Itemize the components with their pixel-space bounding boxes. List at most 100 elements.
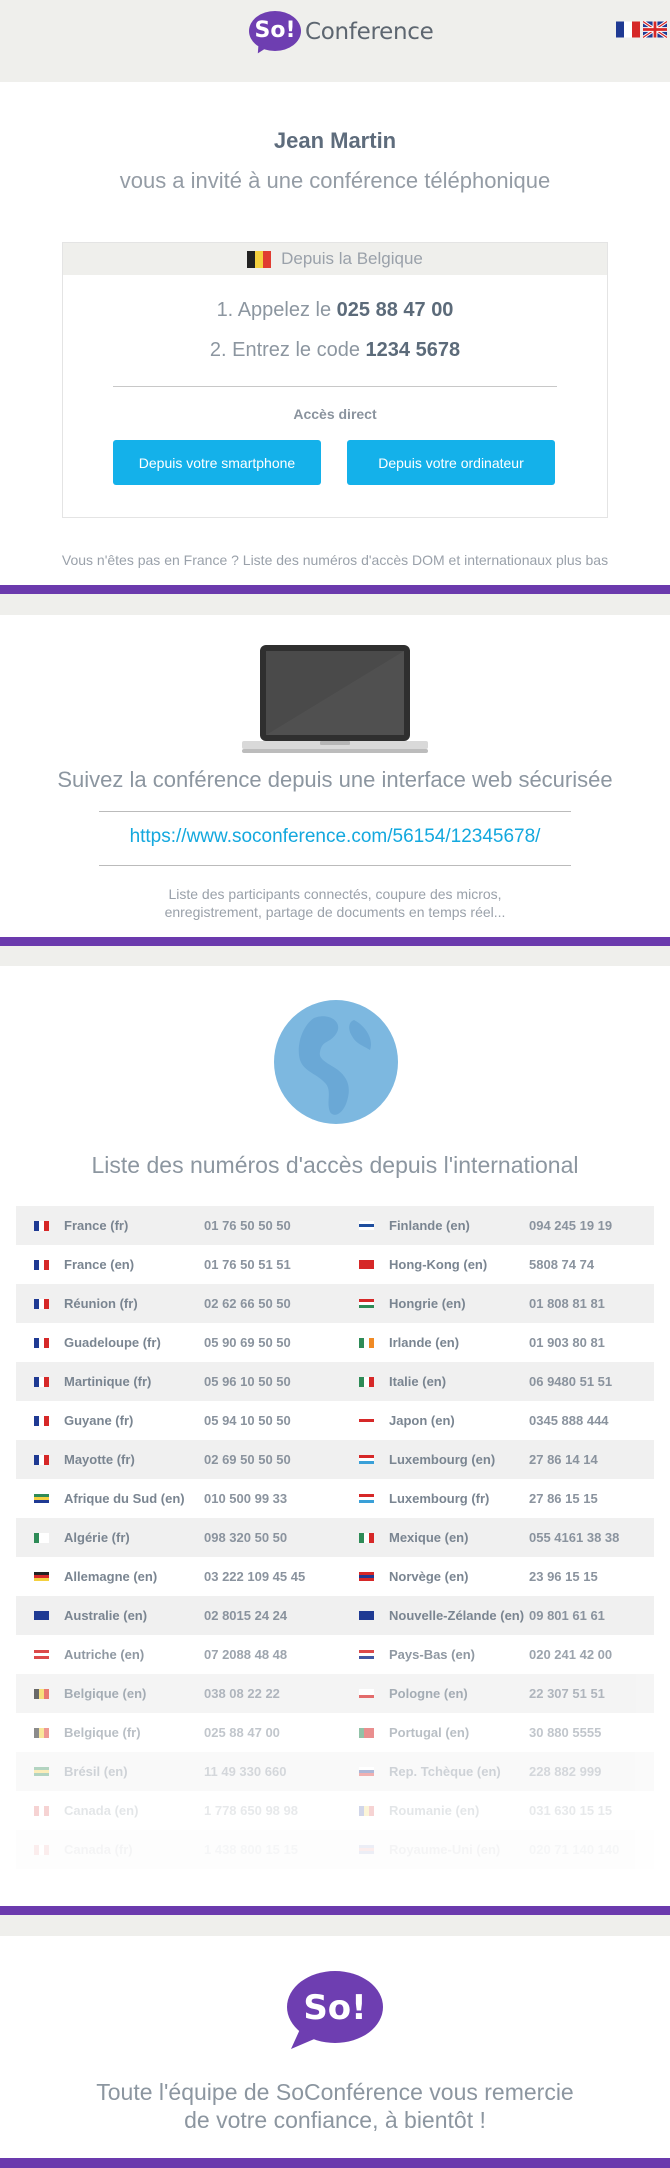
dial-in-box: Depuis la Belgique 1. Appelez le 025 88 … [62, 242, 608, 518]
country-name: Martinique (fr) [64, 1374, 152, 1389]
access-number[interactable]: 07 2088 48 48 [204, 1647, 341, 1662]
country-cell-left: Canada (en) 1 778 650 98 98 [16, 1803, 341, 1818]
laptop-icon [242, 645, 428, 753]
access-number[interactable]: 22 307 51 51 [529, 1686, 666, 1701]
flag-no-icon [359, 1571, 374, 1582]
access-number[interactable]: 02 69 50 50 50 [204, 1452, 341, 1467]
dial-in-box-title: Depuis la Belgique [281, 249, 423, 268]
web-interface-title: Suivez la conférence depuis une interfac… [57, 767, 613, 792]
country-name: Belgique (fr) [64, 1725, 141, 1740]
conference-url-link[interactable]: https://www.soconference.com/56154/12345… [0, 826, 670, 848]
country-name: Pologne (en) [389, 1686, 468, 1701]
access-number[interactable]: 05 94 10 50 50 [204, 1413, 341, 1428]
access-number[interactable]: 11 49 330 660 [204, 1764, 341, 1779]
country-name: Finlande (en) [389, 1218, 470, 1233]
flag-fr-icon [34, 1259, 49, 1270]
country-name: Nouvelle-Zélande (en) [389, 1608, 525, 1623]
access-number[interactable]: 23 96 15 15 [529, 1569, 666, 1584]
country-cell-left: Réunion (fr) 02 62 66 50 50 [16, 1296, 341, 1311]
country-cell-left: Algérie (fr) 098 320 50 50 [16, 1530, 341, 1545]
access-number[interactable]: 1 438 800 15 15 [204, 1842, 341, 1857]
country-name: Réunion (fr) [64, 1296, 138, 1311]
access-number[interactable]: 27 86 14 14 [529, 1452, 666, 1467]
country-name: Italie (en) [389, 1374, 447, 1389]
flag-at-icon [34, 1649, 49, 1660]
access-number[interactable]: 5808 74 74 [529, 1257, 666, 1272]
access-number[interactable]: 05 96 10 50 50 [204, 1374, 341, 1389]
country-cell-right: Hong-Kong (en) 5808 74 74 [341, 1257, 666, 1272]
table-row: Mayotte (fr) 02 69 50 50 50 Luxembourg (en… [16, 1440, 654, 1479]
country-cell-right: Luxembourg (en) 27 86 14 14 [341, 1452, 666, 1467]
table-row: Canada (fr) 1 438 800 15 15 Royaume-Uni (e… [16, 1830, 654, 1869]
access-number[interactable]: 01 808 81 81 [529, 1296, 666, 1311]
country-name: Pays-Bas (en) [389, 1647, 475, 1662]
flag-gb-icon [359, 1844, 374, 1855]
table-row: Afrique du Sud (en) 010 500 99 33 Luxembou… [16, 1479, 654, 1518]
host-name: Jean Martin [273, 128, 397, 153]
country-name: Luxembourg (en) [389, 1452, 496, 1467]
access-number[interactable]: 0345 888 444 [529, 1413, 666, 1428]
access-number[interactable]: 020 241 42 00 [529, 1647, 666, 1662]
access-number[interactable]: 06 9480 51 51 [529, 1374, 666, 1389]
direct-access-label: Accès direct [293, 406, 377, 422]
access-number[interactable]: 02 8015 24 24 [204, 1608, 341, 1623]
country-cell-left: Canada (fr) 1 438 800 15 15 [16, 1842, 341, 1857]
flag-be-icon [34, 1688, 49, 1699]
flag-uk-icon[interactable] [643, 21, 667, 38]
access-number[interactable]: 01 903 80 81 [529, 1335, 666, 1350]
country-cell-left: Guadeloupe (fr) 05 90 69 50 50 [16, 1335, 341, 1350]
access-number[interactable]: 228 882 999 [529, 1764, 666, 1779]
table-row: France (fr) 01 76 50 50 50 Finlande (en) 09… [16, 1206, 654, 1245]
access-number[interactable]: 01 76 50 51 51 [204, 1257, 341, 1272]
table-row: Canada (en) 1 778 650 98 98 Roumanie (en) 0… [16, 1791, 654, 1830]
access-number[interactable]: 038 08 22 22 [204, 1686, 341, 1701]
smartphone-access-button[interactable]: Depuis votre smartphone [113, 440, 321, 485]
access-number[interactable]: 031 630 15 15 [529, 1803, 666, 1818]
access-number[interactable]: 09 801 61 61 [529, 1608, 666, 1623]
access-number[interactable]: 055 4161 38 38 [529, 1530, 666, 1545]
footer-section: So! Toute l'équipe de SoConférence vous … [0, 1936, 670, 2158]
country-cell-right: Nouvelle-Zélande (en) 09 801 61 61 [341, 1608, 666, 1623]
access-number[interactable]: 020 71 140 140 [529, 1842, 666, 1857]
access-number[interactable]: 02 62 66 50 50 [204, 1296, 341, 1311]
flag-france-icon[interactable] [616, 21, 640, 38]
step-call: 1. Appelez le 025 88 47 00 [216, 299, 454, 321]
table-row: Belgique (fr) 025 88 47 00 Portugal (en) 30… [16, 1713, 654, 1752]
access-number[interactable]: 098 320 50 50 [204, 1530, 341, 1545]
soconference-logo[interactable]: So! Conference [249, 11, 434, 58]
access-number[interactable]: 1 778 650 98 98 [204, 1803, 341, 1818]
flag-belgium-icon [247, 250, 272, 268]
access-number[interactable]: 094 245 19 19 [529, 1218, 666, 1233]
flag-cz-icon [359, 1766, 374, 1777]
access-number[interactable]: 01 76 50 50 50 [204, 1218, 341, 1233]
country-cell-right: Norvège (en) 23 96 15 15 [341, 1569, 666, 1584]
country-name: Norvège (en) [389, 1569, 469, 1584]
access-code: 1234 5678 [365, 339, 461, 361]
flag-nl-icon [359, 1649, 374, 1660]
country-name: France (fr) [64, 1218, 129, 1233]
access-number[interactable]: 025 88 47 00 [204, 1725, 341, 1740]
access-number[interactable]: 03 222 109 45 45 [204, 1569, 341, 1584]
country-cell-left: France (en) 01 76 50 51 51 [16, 1257, 341, 1272]
country-cell-left: Belgique (fr) 025 88 47 00 [16, 1725, 341, 1740]
web-interface-description: Liste des participants connectés, coupur… [164, 886, 506, 920]
flag-lu-icon [359, 1454, 374, 1465]
divider [113, 386, 557, 387]
phone-number[interactable]: 025 88 47 00 [337, 299, 454, 321]
access-number[interactable]: 30 880 5555 [529, 1725, 666, 1740]
country-cell-right: Mexique (en) 055 4161 38 38 [341, 1530, 666, 1545]
country-cell-left: Martinique (fr) 05 96 10 50 50 [16, 1374, 341, 1389]
access-number[interactable]: 27 86 15 15 [529, 1491, 666, 1506]
access-number[interactable]: 010 500 99 33 [204, 1491, 341, 1506]
international-numbers-title: Liste des numéros d'accès depuis l'inter… [91, 1152, 579, 1178]
computer-access-button[interactable]: Depuis votre ordinateur [347, 440, 555, 485]
globe-icon [274, 1000, 398, 1124]
flag-ca-icon [34, 1805, 49, 1816]
flag-de-icon [34, 1571, 49, 1582]
invite-message: vous a invité à une conférence téléphoni… [119, 168, 551, 193]
country-name: Afrique du Sud (en) [64, 1491, 185, 1506]
flag-fr-icon [34, 1337, 49, 1348]
country-cell-right: Pays-Bas (en) 020 241 42 00 [341, 1647, 666, 1662]
flag-fr-icon [34, 1415, 49, 1426]
access-number[interactable]: 05 90 69 50 50 [204, 1335, 341, 1350]
